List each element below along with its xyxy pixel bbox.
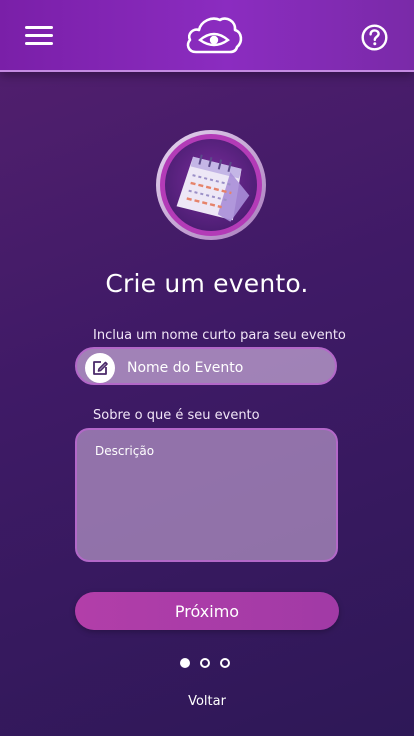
menu-line bbox=[25, 34, 53, 37]
next-button[interactable]: Próximo bbox=[75, 592, 339, 630]
event-name-field[interactable] bbox=[75, 347, 337, 385]
cloud-eye-logo-icon bbox=[186, 17, 243, 54]
event-name-input[interactable] bbox=[125, 355, 329, 381]
step-dot[interactable] bbox=[220, 658, 230, 668]
top-bar bbox=[0, 0, 414, 72]
back-link[interactable]: Voltar bbox=[0, 694, 414, 709]
description-field[interactable] bbox=[75, 428, 338, 562]
menu-line bbox=[25, 42, 53, 45]
question-mark-icon[interactable] bbox=[361, 24, 388, 51]
description-label: Sobre o que é seu evento bbox=[93, 408, 260, 423]
step-dot-active[interactable] bbox=[180, 658, 190, 668]
event-name-label: Inclua um nome curto para seu evento bbox=[93, 328, 346, 343]
edit-icon bbox=[93, 361, 108, 375]
desk-calendar-icon bbox=[156, 130, 266, 240]
step-indicator bbox=[178, 658, 238, 672]
step-dot[interactable] bbox=[200, 658, 210, 668]
hamburger-menu-icon[interactable] bbox=[25, 25, 54, 47]
description-textarea[interactable] bbox=[93, 442, 327, 556]
edit-icon-badge bbox=[85, 353, 115, 383]
page-title: Crie um evento. bbox=[105, 269, 309, 298]
menu-line bbox=[25, 26, 53, 29]
